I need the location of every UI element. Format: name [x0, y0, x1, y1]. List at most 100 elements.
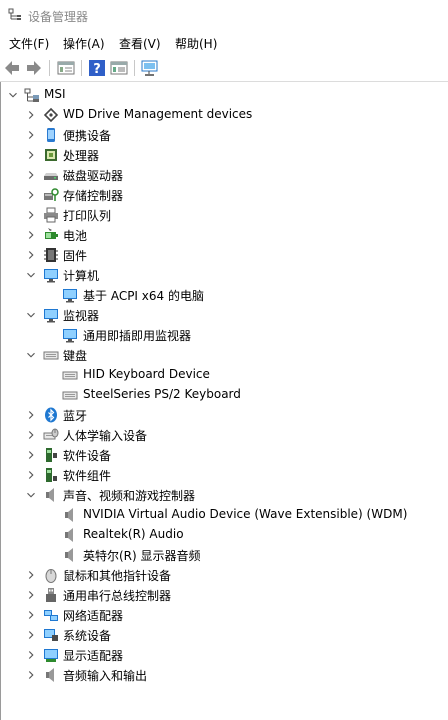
tree-category-label: 处理器 [63, 149, 100, 163]
chevron-down-icon[interactable] [24, 268, 38, 282]
tree-category[interactable]: 磁盘驱动器 [1, 165, 448, 185]
chevron-down-icon[interactable] [6, 88, 20, 102]
audio-io-icon [46, 668, 54, 682]
tree-category[interactable]: 固件 [1, 245, 448, 265]
mouse-icon [45, 569, 57, 583]
scan-hardware-icon[interactable] [140, 58, 160, 78]
disk-drive-icon [44, 173, 58, 180]
device-tree: MSI WD Drive Management devices 便携设备处理器磁盘驱… [0, 82, 448, 720]
chevron-right-icon[interactable] [24, 168, 38, 182]
toolbar-separator [81, 60, 82, 76]
tree-category[interactable]: 处理器 [1, 145, 448, 165]
chevron-right-icon[interactable] [24, 568, 38, 582]
tree-category[interactable]: 系统设备 [1, 625, 448, 645]
tree-category-label: 电池 [63, 229, 88, 243]
tree-category[interactable]: 计算机 [1, 265, 448, 285]
tree-category-label: 监视器 [63, 309, 100, 323]
menu-view[interactable]: 查看(V) [119, 35, 161, 52]
tree-category-label: 人体学输入设备 [63, 429, 148, 443]
chevron-right-icon[interactable] [24, 588, 38, 602]
tree-category[interactable]: 鼠标和其他指针设备 [1, 565, 448, 585]
monitor-icon [63, 329, 77, 343]
tree-category[interactable]: 打印队列 [1, 205, 448, 225]
title-bar: 设备管理器 [0, 0, 448, 31]
tree-device[interactable]: Realtek(R) Audio [1, 525, 448, 545]
computer-child-icon [63, 289, 77, 303]
tree-category-label: 音频输入和输出 [63, 669, 148, 683]
tree-category[interactable]: 音频输入和输出 [1, 665, 448, 685]
hid-icon [43, 428, 59, 440]
chevron-right-icon[interactable] [24, 628, 38, 642]
tree-category-label: 软件设备 [63, 449, 112, 463]
tree-category[interactable]: 软件组件 [1, 465, 448, 485]
chevron-right-icon[interactable] [24, 448, 38, 462]
tree-category[interactable]: 通用串行总线控制器 [1, 585, 448, 605]
firmware-icon [44, 248, 58, 262]
tree-category-label: 网络适配器 [63, 609, 124, 623]
root-computer-icon [24, 88, 39, 102]
tree-root-msi[interactable]: MSI [1, 85, 448, 105]
system-device-icon [44, 629, 58, 641]
menu-help[interactable]: 帮助(H) [175, 35, 217, 52]
menu-action[interactable]: 操作(A) [63, 35, 105, 52]
monitor-icon [44, 309, 58, 323]
chevron-down-icon[interactable] [24, 308, 38, 322]
chevron-right-icon[interactable] [24, 648, 38, 662]
tree-category-label: 便携设备 [63, 129, 112, 143]
tree-device-label: 通用即插即用监视器 [83, 329, 192, 343]
tree-category[interactable]: 软件设备 [1, 445, 448, 465]
tree-category[interactable]: 键盘 [1, 345, 448, 365]
chevron-right-icon[interactable] [24, 148, 38, 162]
toolbar-separator [134, 60, 135, 76]
chevron-down-icon[interactable] [24, 348, 38, 362]
tree-category-label: WD Drive Management devices [63, 107, 253, 121]
chevron-right-icon[interactable] [24, 188, 38, 202]
chevron-right-icon[interactable] [24, 408, 38, 422]
tree-device[interactable]: 通用即插即用监视器 [1, 325, 448, 345]
chevron-down-icon[interactable] [24, 488, 38, 502]
chevron-right-icon[interactable] [24, 108, 38, 122]
toolbar-separator [49, 60, 50, 76]
tree-device-label: Realtek(R) Audio [83, 527, 184, 541]
tree-device[interactable]: 英特尔(R) 显示器音频 [1, 545, 448, 565]
tree-device[interactable]: 基于 ACPI x64 的电脑 [1, 285, 448, 305]
tree-category[interactable]: 存储控制器 [1, 185, 448, 205]
keyboard-icon [62, 371, 78, 380]
tree-device[interactable]: NVIDIA Virtual Audio Device (Wave Extens… [1, 505, 448, 525]
forward-arrow-icon[interactable] [24, 58, 44, 78]
tree-category-label: 显示适配器 [63, 649, 124, 663]
chevron-right-icon[interactable] [24, 228, 38, 242]
tree-category[interactable]: 便携设备 [1, 125, 448, 145]
tree-category[interactable]: 电池 [1, 225, 448, 245]
tree-category[interactable]: 声音、视频和游戏控制器 [1, 485, 448, 505]
tree-device[interactable]: HID Keyboard Device [1, 365, 448, 385]
properties-icon[interactable] [56, 58, 76, 78]
tree-device[interactable]: SteelSeries PS/2 Keyboard [1, 385, 448, 405]
computer-icon [44, 269, 58, 283]
chevron-right-icon[interactable] [24, 468, 38, 482]
tree-device-label: SteelSeries PS/2 Keyboard [83, 387, 241, 401]
tree-category[interactable]: 人体学输入设备 [1, 425, 448, 445]
help-icon[interactable]: ? [87, 58, 107, 78]
chevron-right-icon[interactable] [24, 208, 38, 222]
tree-category[interactable]: WD Drive Management devices [1, 105, 448, 125]
chevron-right-icon[interactable] [24, 608, 38, 622]
back-arrow-icon[interactable] [2, 58, 22, 78]
menu-file[interactable]: 文件(F) [9, 35, 49, 52]
keyboard-icon [43, 351, 59, 360]
chevron-right-icon[interactable] [24, 128, 38, 142]
tree-category[interactable]: 网络适配器 [1, 605, 448, 625]
tree-device-label: NVIDIA Virtual Audio Device (Wave Extens… [83, 507, 408, 521]
tree-category-label: 声音、视频和游戏控制器 [63, 489, 196, 503]
tree-category[interactable]: 监视器 [1, 305, 448, 325]
chevron-right-icon[interactable] [24, 668, 38, 682]
audio-device-icon [65, 528, 73, 542]
menu-bar: 文件(F) 操作(A) 查看(V) 帮助(H) [0, 32, 448, 54]
tree-category[interactable]: 蓝牙 [1, 405, 448, 425]
update-driver-icon[interactable] [109, 58, 129, 78]
tree-category-label: 计算机 [63, 269, 100, 283]
tree-category[interactable]: 显示适配器 [1, 645, 448, 665]
chevron-right-icon[interactable] [24, 428, 38, 442]
tree-category-label: 通用串行总线控制器 [63, 589, 172, 603]
chevron-right-icon[interactable] [24, 248, 38, 262]
